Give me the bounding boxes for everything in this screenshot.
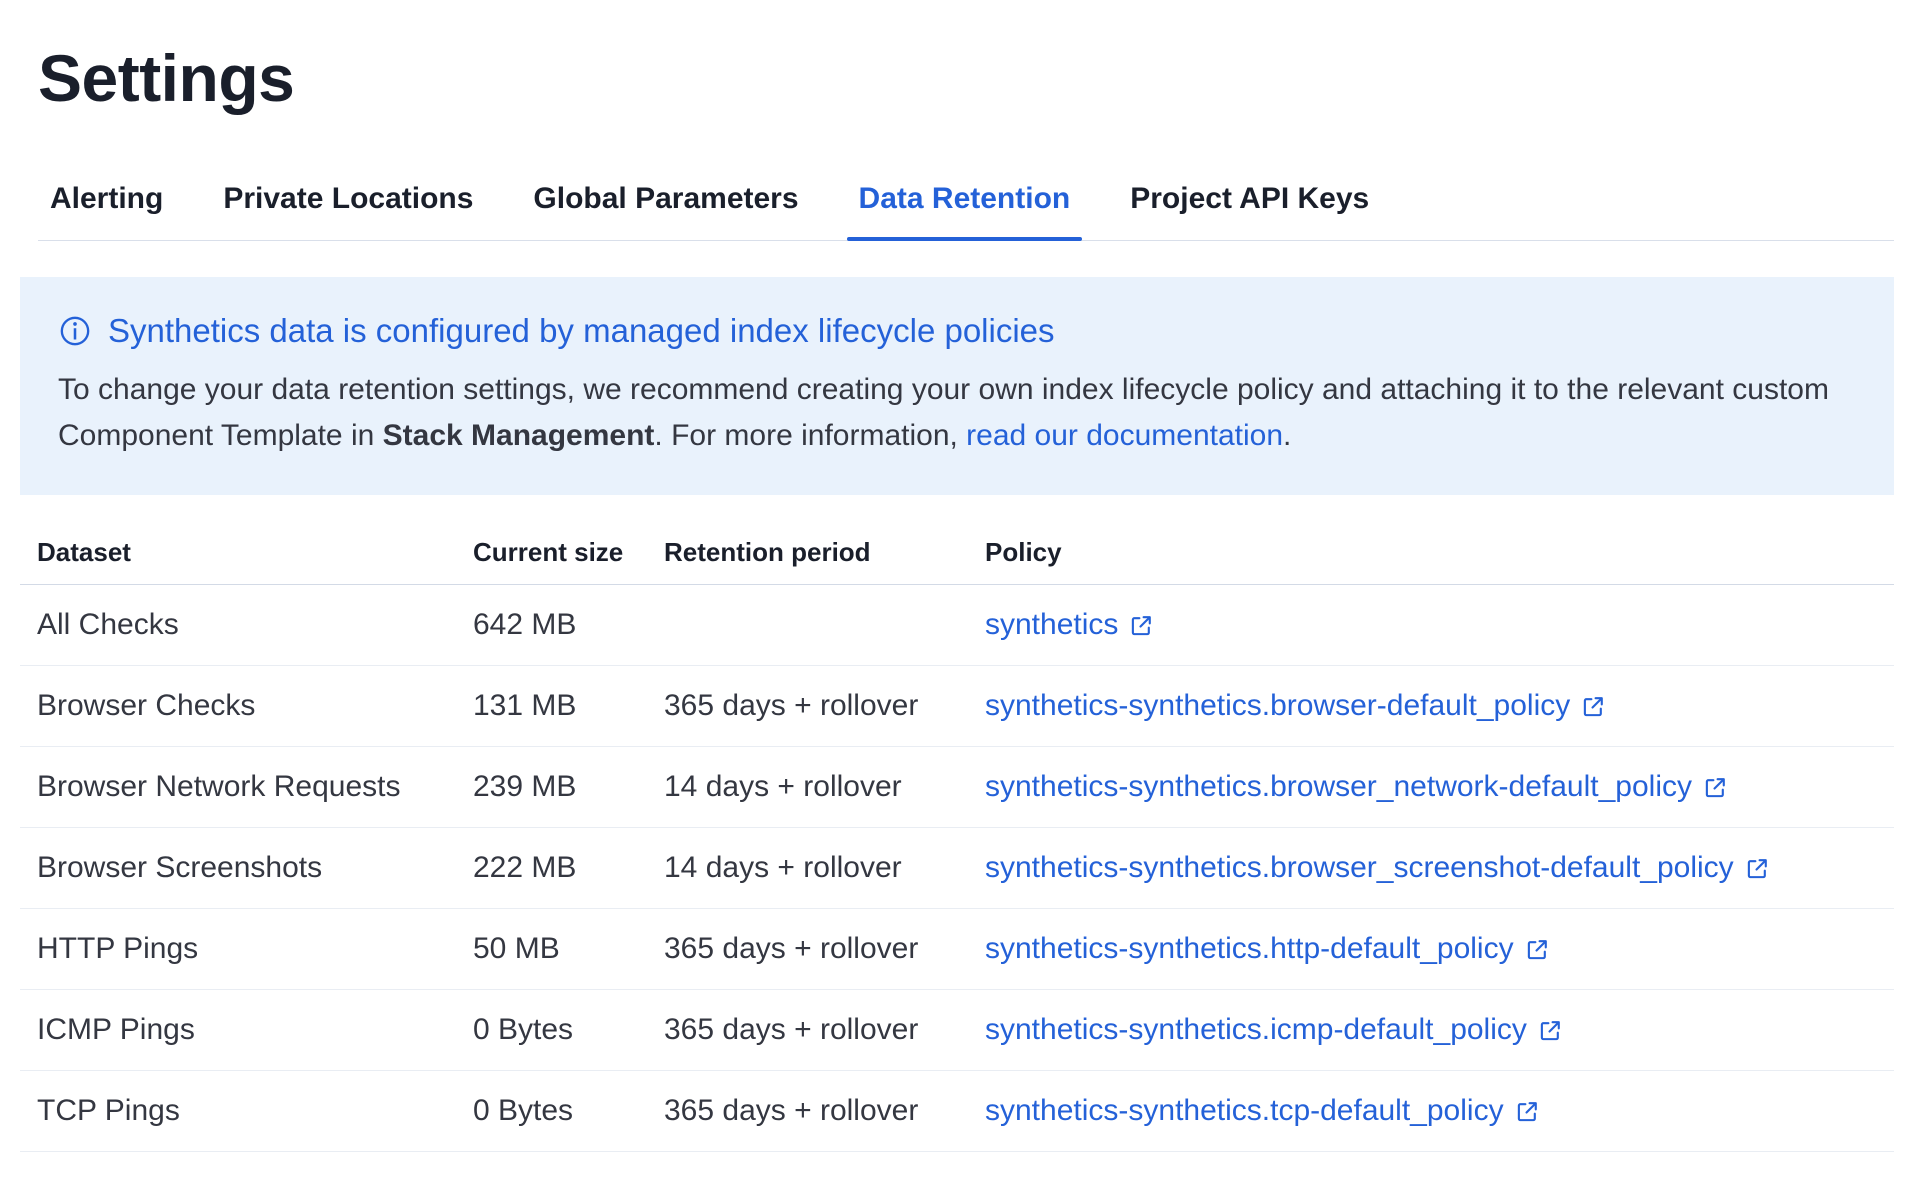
dataset-cell: TCP Pings xyxy=(20,1094,473,1128)
table-row: Browser Network Requests 239 MB 14 days … xyxy=(20,747,1894,828)
policy-link[interactable]: synthetics-synthetics.browser_network-de… xyxy=(985,770,1728,804)
policy-link[interactable]: synthetics-synthetics.browser-default_po… xyxy=(985,689,1606,723)
tabs-bar: Alerting Private Locations Global Parame… xyxy=(38,182,1894,241)
external-link-icon xyxy=(1128,613,1154,639)
retention-cell: 365 days + rollover xyxy=(664,932,985,966)
external-link-icon xyxy=(1537,1018,1563,1044)
policy-link[interactable]: synthetics xyxy=(985,608,1154,642)
size-cell: 50 MB xyxy=(473,932,664,966)
retention-cell: 14 days + rollover xyxy=(664,851,985,885)
size-cell: 0 Bytes xyxy=(473,1094,664,1128)
documentation-link[interactable]: read our documentation xyxy=(966,419,1283,452)
policy-link[interactable]: synthetics-synthetics.icmp-default_polic… xyxy=(985,1013,1563,1047)
retention-table: Dataset Current size Retention period Po… xyxy=(20,521,1894,1152)
dataset-cell: HTTP Pings xyxy=(20,932,473,966)
tab-private-locations[interactable]: Private Locations xyxy=(211,182,485,240)
callout-title: Synthetics data is configured by managed… xyxy=(108,311,1055,351)
retention-cell: 14 days + rollover xyxy=(664,770,985,804)
column-header-current-size: Current size xyxy=(473,537,664,568)
callout-body-bold: Stack Management xyxy=(383,419,655,452)
table-row: HTTP Pings 50 MB 365 days + rollover syn… xyxy=(20,909,1894,990)
policy-link-label: synthetics-synthetics.browser-default_po… xyxy=(985,689,1570,723)
retention-cell: 365 days + rollover xyxy=(664,1094,985,1128)
page-title: Settings xyxy=(38,40,1894,116)
callout-body-text: . For more information, xyxy=(654,419,966,452)
tab-global-parameters[interactable]: Global Parameters xyxy=(521,182,810,240)
policy-cell: synthetics-synthetics.http-default_polic… xyxy=(985,932,1894,966)
size-cell: 222 MB xyxy=(473,851,664,885)
policy-cell: synthetics-synthetics.browser_network-de… xyxy=(985,770,1894,804)
policy-cell: synthetics-synthetics.browser_screenshot… xyxy=(985,851,1894,885)
dataset-cell: All Checks xyxy=(20,608,473,642)
table-header-row: Dataset Current size Retention period Po… xyxy=(20,521,1894,585)
callout-header: Synthetics data is configured by managed… xyxy=(58,311,1856,351)
table-row: Browser Screenshots 222 MB 14 days + rol… xyxy=(20,828,1894,909)
size-cell: 0 Bytes xyxy=(473,1013,664,1047)
policy-link[interactable]: synthetics-synthetics.http-default_polic… xyxy=(985,932,1550,966)
policy-link-label: synthetics-synthetics.icmp-default_polic… xyxy=(985,1013,1527,1047)
table-row: Browser Checks 131 MB 365 days + rollove… xyxy=(20,666,1894,747)
callout-body-text: . xyxy=(1283,419,1291,452)
policy-cell: synthetics-synthetics.browser-default_po… xyxy=(985,689,1894,723)
policy-cell: synthetics-synthetics.icmp-default_polic… xyxy=(985,1013,1894,1047)
dataset-cell: ICMP Pings xyxy=(20,1013,473,1047)
policy-cell: synthetics-synthetics.tcp-default_policy xyxy=(985,1094,1894,1128)
retention-cell: 365 days + rollover xyxy=(664,1013,985,1047)
callout-body: To change your data retention settings, … xyxy=(58,367,1848,459)
ilm-policies-callout: Synthetics data is configured by managed… xyxy=(20,277,1894,495)
policy-link-label: synthetics-synthetics.browser_network-de… xyxy=(985,770,1692,804)
size-cell: 642 MB xyxy=(473,608,664,642)
column-header-policy: Policy xyxy=(985,537,1894,568)
dataset-cell: Browser Network Requests xyxy=(20,770,473,804)
column-header-retention-period: Retention period xyxy=(664,537,985,568)
external-link-icon xyxy=(1744,856,1770,882)
column-header-dataset: Dataset xyxy=(20,537,473,568)
external-link-icon xyxy=(1524,937,1550,963)
tab-alerting[interactable]: Alerting xyxy=(38,182,175,240)
info-icon xyxy=(58,314,92,348)
tab-data-retention[interactable]: Data Retention xyxy=(847,182,1083,240)
size-cell: 131 MB xyxy=(473,689,664,723)
table-row: TCP Pings 0 Bytes 365 days + rollover sy… xyxy=(20,1071,1894,1152)
dataset-cell: Browser Checks xyxy=(20,689,473,723)
policy-link[interactable]: synthetics-synthetics.tcp-default_policy xyxy=(985,1094,1540,1128)
external-link-icon xyxy=(1580,694,1606,720)
external-link-icon xyxy=(1514,1099,1540,1125)
policy-link-label: synthetics-synthetics.http-default_polic… xyxy=(985,932,1514,966)
size-cell: 239 MB xyxy=(473,770,664,804)
policy-link-label: synthetics-synthetics.tcp-default_policy xyxy=(985,1094,1504,1128)
table-row: ICMP Pings 0 Bytes 365 days + rollover s… xyxy=(20,990,1894,1071)
table-row: All Checks 642 MB synthetics xyxy=(20,585,1894,666)
policy-link-label: synthetics-synthetics.browser_screenshot… xyxy=(985,851,1734,885)
retention-cell: 365 days + rollover xyxy=(664,689,985,723)
external-link-icon xyxy=(1702,775,1728,801)
settings-page: Settings Alerting Private Locations Glob… xyxy=(0,40,1914,1152)
policy-cell: synthetics xyxy=(985,608,1894,642)
tab-project-api-keys[interactable]: Project API Keys xyxy=(1118,182,1381,240)
policy-link-label: synthetics xyxy=(985,608,1118,642)
policy-link[interactable]: synthetics-synthetics.browser_screenshot… xyxy=(985,851,1770,885)
dataset-cell: Browser Screenshots xyxy=(20,851,473,885)
